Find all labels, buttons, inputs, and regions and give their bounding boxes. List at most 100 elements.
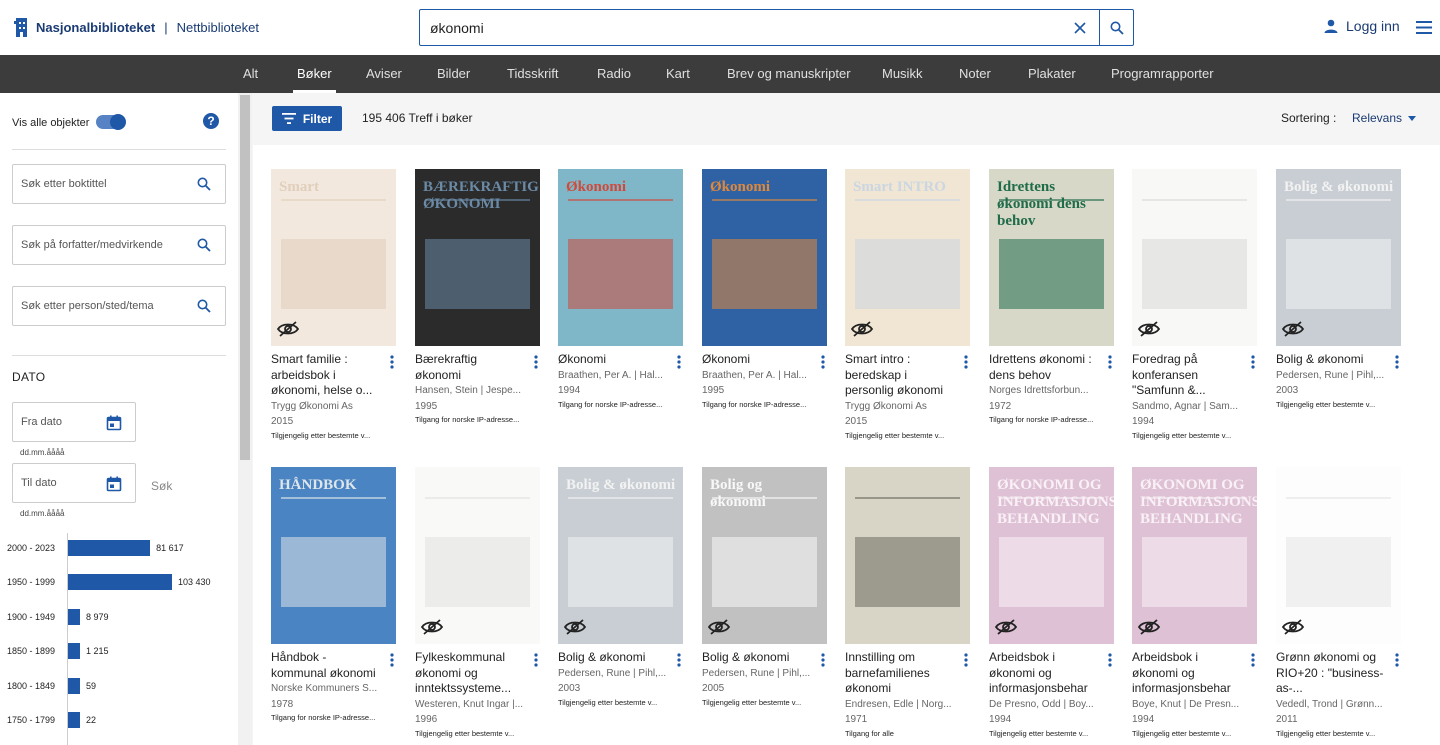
show-all-toggle[interactable] bbox=[96, 114, 126, 130]
book-cover[interactable] bbox=[415, 467, 540, 644]
more-options-icon[interactable] bbox=[534, 653, 538, 667]
calendar-icon[interactable] bbox=[106, 415, 122, 431]
result-title[interactable]: Innstilling om barnefamilienes økonomi bbox=[845, 650, 955, 697]
date-search-button[interactable]: Søk bbox=[151, 479, 172, 493]
nav-tab-3[interactable]: Bilder bbox=[437, 55, 470, 93]
more-options-icon[interactable] bbox=[1251, 653, 1255, 667]
more-options-icon[interactable] bbox=[821, 355, 825, 369]
more-options-icon[interactable] bbox=[964, 653, 968, 667]
help-icon[interactable]: ? bbox=[203, 113, 219, 129]
hamburger-menu-icon[interactable] bbox=[1416, 21, 1432, 34]
nav-tab-2[interactable]: Aviser bbox=[366, 55, 402, 93]
result-author: Hansen, Stein | Jespe... bbox=[415, 385, 521, 396]
sidebar-scrollbar-thumb[interactable] bbox=[240, 95, 250, 460]
nav-tab-5[interactable]: Radio bbox=[597, 55, 631, 93]
histogram-row[interactable]: 1950 - 1999 103 430 bbox=[0, 574, 238, 591]
result-access: Tilgang for norske IP-adresse... bbox=[558, 399, 663, 409]
nav-tab-9[interactable]: Noter bbox=[959, 55, 991, 93]
result-title[interactable]: Smart intro : beredskap i personlig økon… bbox=[845, 352, 955, 399]
calendar-icon[interactable] bbox=[106, 476, 122, 492]
book-cover[interactable] bbox=[1276, 467, 1401, 644]
result-title[interactable]: Bolig & økonomi bbox=[1276, 352, 1386, 368]
more-options-icon[interactable] bbox=[1395, 653, 1399, 667]
result-title[interactable]: Økonomi bbox=[702, 352, 812, 368]
histogram-row[interactable]: 1900 - 1949 8 979 bbox=[0, 608, 238, 625]
result-title[interactable]: Arbeidsbok i økonomi og informasjonsbeha… bbox=[989, 650, 1099, 697]
nav-tab-7[interactable]: Brev og manuskripter bbox=[727, 55, 851, 93]
result-title[interactable]: Bærekraftig økonomi bbox=[415, 352, 525, 383]
result-title[interactable]: Smart familie : arbeidsbok i økonomi, he… bbox=[271, 352, 381, 399]
search-icon[interactable] bbox=[197, 177, 211, 191]
search-icon[interactable] bbox=[197, 299, 211, 313]
result-title[interactable]: Grønn økonomi og RIO+20 : "business-as-.… bbox=[1276, 650, 1386, 697]
more-options-icon[interactable] bbox=[390, 653, 394, 667]
histogram-row[interactable]: 2000 - 2023 81 617 bbox=[0, 540, 238, 556]
nav-tab-10[interactable]: Plakater bbox=[1028, 55, 1076, 93]
nav-tab-6[interactable]: Kart bbox=[666, 55, 690, 93]
histogram-bar bbox=[68, 574, 172, 591]
result-title[interactable]: Økonomi bbox=[558, 352, 668, 368]
title-search-input[interactable] bbox=[13, 165, 188, 203]
histogram-row[interactable]: 1750 - 1799 22 bbox=[0, 712, 238, 728]
more-options-icon[interactable] bbox=[1395, 355, 1399, 369]
clear-search-button[interactable] bbox=[1061, 10, 1099, 45]
to-date-input[interactable] bbox=[13, 464, 103, 502]
book-cover[interactable]: Smart INTRO bbox=[845, 169, 970, 346]
result-access: Tilgjengelig etter bestemte v... bbox=[1132, 728, 1232, 738]
more-options-icon[interactable] bbox=[390, 355, 394, 369]
book-cover[interactable]: Bolig og økonomi bbox=[702, 467, 827, 644]
result-year: 2003 bbox=[1276, 385, 1299, 396]
login-button[interactable]: Logg inn bbox=[1324, 18, 1400, 34]
subject-search-input[interactable] bbox=[13, 287, 188, 325]
result-author: Norske Kommuners S... bbox=[271, 683, 378, 694]
result-title[interactable]: Arbeidsbok i økonomi og informasjonsbeha… bbox=[1132, 650, 1242, 697]
book-cover[interactable]: HÅNDBOK bbox=[271, 467, 396, 644]
book-cover[interactable] bbox=[1132, 169, 1257, 346]
sort-dropdown[interactable]: Relevans bbox=[1352, 111, 1417, 125]
result-title[interactable]: Håndbok - kommunal økonomi bbox=[271, 650, 381, 681]
result-title[interactable]: Bolig & økonomi bbox=[558, 650, 668, 666]
book-cover[interactable]: Økonomi bbox=[558, 169, 683, 346]
histogram-row[interactable]: 1800 - 1849 59 bbox=[0, 677, 238, 694]
book-cover[interactable] bbox=[845, 467, 970, 644]
more-options-icon[interactable] bbox=[534, 355, 538, 369]
book-cover[interactable]: Idrettens økonomi dens behov bbox=[989, 169, 1114, 346]
result-title[interactable]: Bolig & økonomi bbox=[702, 650, 812, 666]
search-input[interactable] bbox=[420, 10, 1061, 45]
filter-button[interactable]: Filter bbox=[272, 106, 342, 131]
result-title[interactable]: Idrettens økonomi : dens behov bbox=[989, 352, 1099, 383]
login-label: Logg inn bbox=[1346, 18, 1400, 34]
more-options-icon[interactable] bbox=[1108, 355, 1112, 369]
more-options-icon[interactable] bbox=[1108, 653, 1112, 667]
toggle-knob bbox=[110, 114, 126, 130]
nav-tab-8[interactable]: Musikk bbox=[882, 55, 922, 93]
histogram-value: 22 bbox=[86, 715, 97, 725]
search-icon[interactable] bbox=[197, 238, 211, 252]
result-author: Trygg Økonomi As bbox=[271, 400, 353, 412]
book-cover[interactable]: Økonomi bbox=[702, 169, 827, 346]
more-options-icon[interactable] bbox=[821, 653, 825, 667]
book-cover[interactable]: ØKONOMI OG INFORMASJONS-BEHANDLING bbox=[989, 467, 1114, 644]
book-cover[interactable]: Smart bbox=[271, 169, 396, 346]
result-title[interactable]: Fylkeskommunal økonomi og inntektssystem… bbox=[415, 650, 525, 697]
nav-tab-0[interactable]: Alt bbox=[243, 55, 258, 93]
author-search-input[interactable] bbox=[13, 226, 188, 264]
book-cover[interactable]: BÆREKRAFTIG ØKONOMI bbox=[415, 169, 540, 346]
search-button[interactable] bbox=[1099, 10, 1133, 45]
nav-tab-4[interactable]: Tidsskrift bbox=[507, 55, 559, 93]
book-cover[interactable]: Bolig & økonomi bbox=[558, 467, 683, 644]
more-options-icon[interactable] bbox=[1251, 355, 1255, 369]
book-cover[interactable]: Bolig & økonomi bbox=[1276, 169, 1401, 346]
brand-separator: | bbox=[164, 19, 168, 35]
more-options-icon[interactable] bbox=[964, 355, 968, 369]
nav-tab-11[interactable]: Programrapporter bbox=[1111, 55, 1214, 93]
nav-tab-1[interactable]: Bøker bbox=[293, 55, 336, 93]
histogram-row[interactable]: 1850 - 1899 1 215 bbox=[0, 643, 238, 660]
book-cover[interactable]: ØKONOMI OG INFORMASJONS-BEHANDLING bbox=[1132, 467, 1257, 644]
result-title[interactable]: Foredrag på konferansen "Samfunn &... bbox=[1132, 352, 1242, 399]
histogram-bar bbox=[68, 643, 80, 660]
brand[interactable]: Nasjonalbiblioteket | Nettbiblioteket bbox=[14, 16, 259, 38]
more-options-icon[interactable] bbox=[677, 355, 681, 369]
from-date-input[interactable] bbox=[13, 403, 103, 441]
more-options-icon[interactable] bbox=[677, 653, 681, 667]
